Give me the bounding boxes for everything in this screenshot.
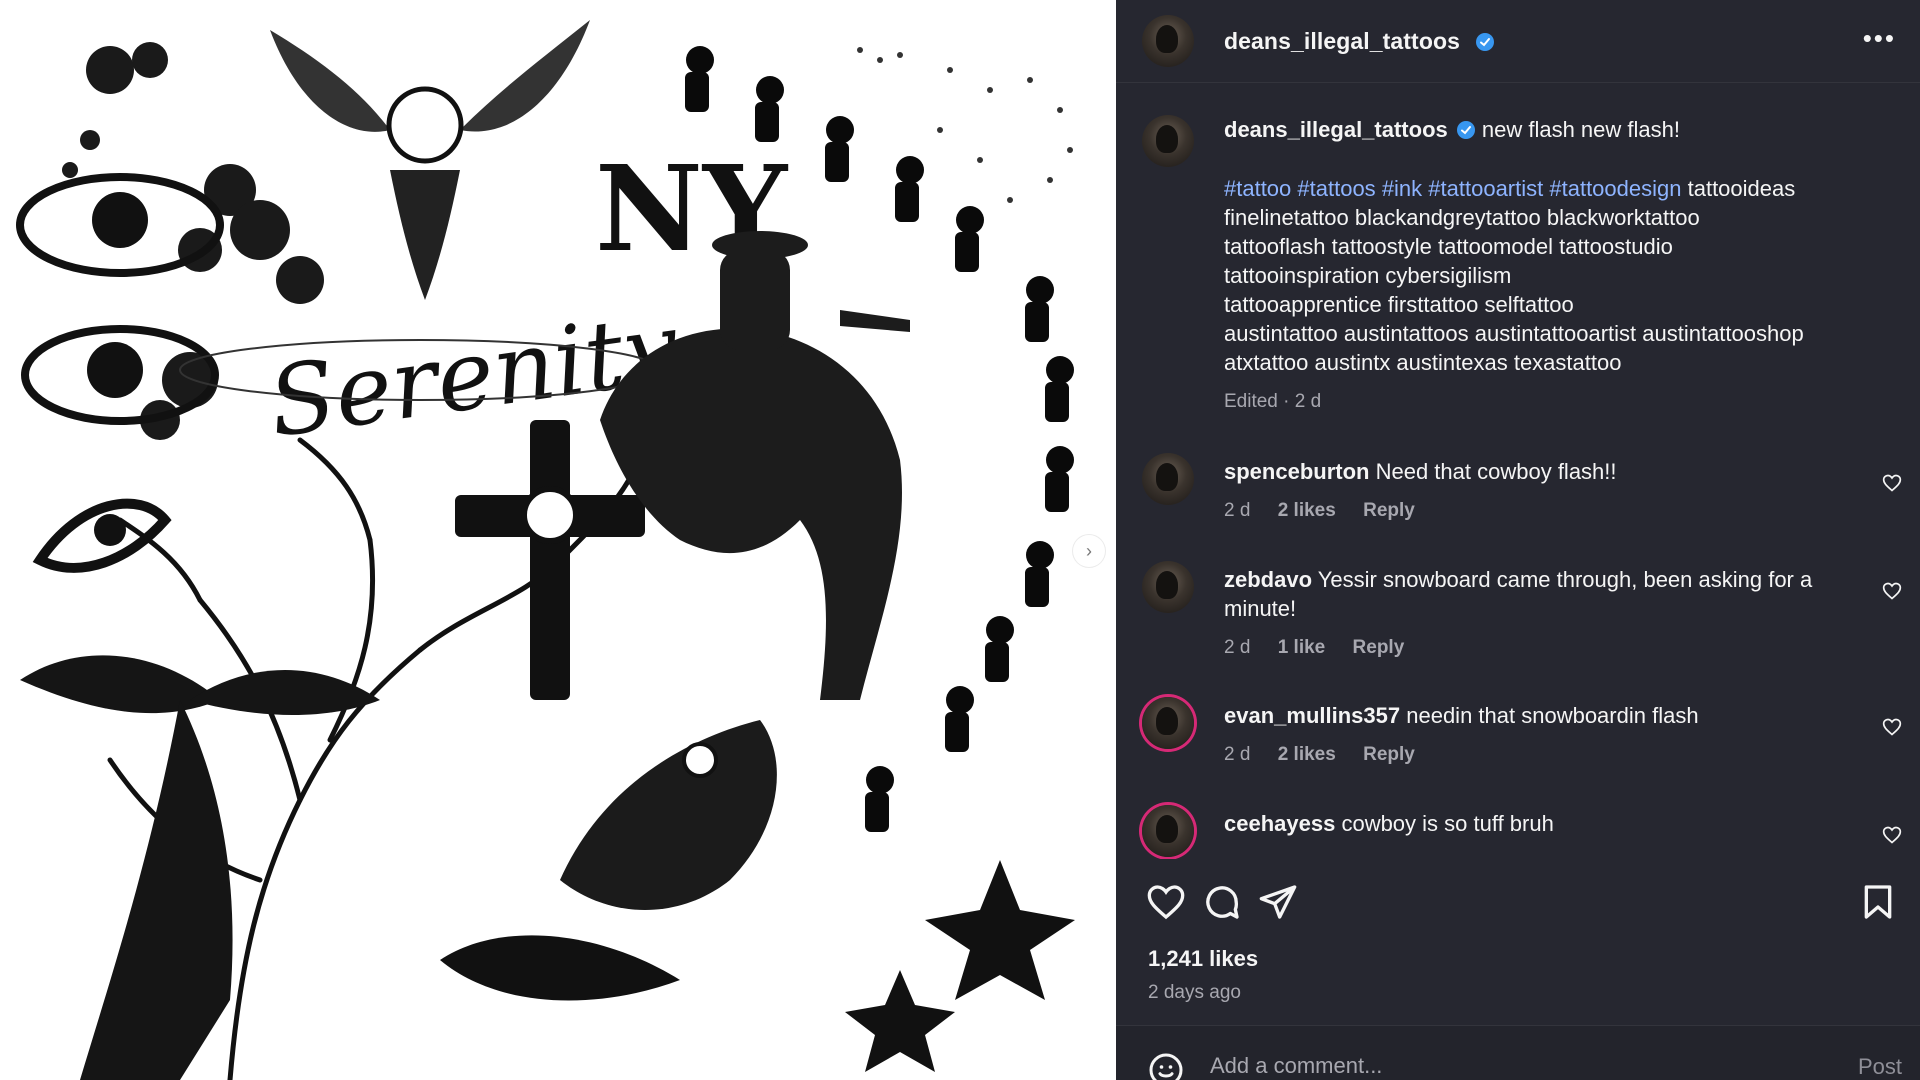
caption-tag-text: austintattoo austintattoos austintattooa… <box>1224 321 1804 346</box>
caption-username[interactable]: deans_illegal_tattoos <box>1224 117 1448 142</box>
next-slide-button[interactable]: › <box>1072 534 1106 568</box>
reply-button[interactable]: Reply <box>1353 637 1405 658</box>
send-icon[interactable] <box>1258 882 1298 922</box>
cherub-drawing <box>270 20 590 300</box>
comment-likes[interactable]: 2 likes <box>1278 500 1336 521</box>
pixel-pattern <box>857 47 1073 203</box>
caption-text: new flash new flash! <box>1481 117 1680 142</box>
post-header: deans_illegal_tattoos ••• <box>1116 0 1920 83</box>
comment-composer: Post <box>1116 1025 1920 1080</box>
comment-text: cowboy is so tuff bruh <box>1341 811 1554 836</box>
post-side-panel: deans_illegal_tattoos ••• deans_illegal_… <box>1116 0 1920 1080</box>
star-drawings <box>845 860 1075 1072</box>
caption-meta: Edited · 2 d <box>1224 391 1322 412</box>
heart-icon[interactable] <box>1146 882 1186 922</box>
comment-text: Need that cowboy flash!! <box>1375 459 1617 484</box>
fairy-drawing <box>20 655 380 1080</box>
comment-time: 2 d <box>1224 637 1251 658</box>
reply-button[interactable]: Reply <box>1363 744 1415 765</box>
commenter-avatar[interactable] <box>1142 561 1194 613</box>
author-username[interactable]: deans_illegal_tattoos <box>1224 28 1495 55</box>
post-modal: Serenity NY › deans_illegal_tattoos ••• … <box>0 0 1920 1080</box>
caption-tag-text: tattooapprentice firsttattoo selftattoo <box>1224 292 1574 317</box>
caption-tags: #tattoo #tattoos #ink #tattooartist #tat… <box>1224 174 1872 377</box>
comment-body: ceehayess cowboy is so tuff bruh <box>1224 809 1872 838</box>
heart-icon[interactable] <box>1882 473 1902 493</box>
comment-body: evan_mullins357 needin that snowboardin … <box>1224 701 1872 769</box>
emoji-icon[interactable] <box>1148 1052 1184 1080</box>
comment-input[interactable] <box>1208 1052 1772 1080</box>
caption-tag-text: tattooflash tattoostyle tattoomodel tatt… <box>1224 234 1673 259</box>
bookmark-icon[interactable] <box>1858 882 1898 922</box>
comment-time: 2 d <box>1224 500 1251 521</box>
verified-badge-icon <box>1475 32 1494 51</box>
cross-drawing <box>455 420 645 700</box>
comment-text: Yessir snowboard came through, been aski… <box>1224 567 1813 621</box>
post-comment-button[interactable]: Post <box>1858 1054 1902 1080</box>
verified-badge-icon <box>1456 121 1475 139</box>
chevron-right-icon: › <box>1086 540 1092 561</box>
commenter-username[interactable]: evan_mullins357 <box>1224 703 1400 728</box>
hashtag-link[interactable]: #tattoo <box>1224 176 1291 201</box>
caption-tag-text: atxtattoo austintx austintexas texastatt… <box>1224 350 1622 375</box>
post-timestamp: 2 days ago <box>1148 982 1241 1003</box>
commenter-avatar[interactable] <box>1142 805 1194 857</box>
comment-text: needin that snowboardin flash <box>1406 703 1699 728</box>
post-media[interactable]: Serenity NY › <box>0 0 1116 1080</box>
comment-time: 2 d <box>1224 744 1251 765</box>
caption-tag-text: tattooideas <box>1687 176 1796 201</box>
hashtag-link[interactable]: #ink <box>1382 176 1422 201</box>
heart-icon[interactable] <box>1882 825 1902 845</box>
hashtag-link[interactable]: #tattoodesign <box>1549 176 1681 201</box>
koi-fish-drawing <box>440 720 777 1001</box>
comment-icon[interactable] <box>1202 882 1242 922</box>
caption-tag-text: finelinetattoo blackandgreytattoo blackw… <box>1224 205 1700 230</box>
hashtag-link[interactable]: #tattoos <box>1297 176 1375 201</box>
comment-body: spenceburton Need that cowboy flash!! 2 … <box>1224 457 1872 525</box>
comment-meta: 2 d 2 likes Reply <box>1224 496 1872 525</box>
more-horizontal-icon[interactable]: ••• <box>1863 25 1896 51</box>
action-bar <box>1116 860 1920 940</box>
caption-avatar[interactable] <box>1142 115 1194 167</box>
hashtag-link[interactable]: #tattooartist <box>1428 176 1543 201</box>
comments-list[interactable]: deans_illegal_tattoos new flash new flas… <box>1116 83 1920 859</box>
tattoo-flash-artwork: Serenity NY <box>16 20 1075 1080</box>
reply-button[interactable]: Reply <box>1363 500 1415 521</box>
caption-tag-text: tattooinspiration cybersigilism <box>1224 263 1512 288</box>
comment-body: zebdavo Yessir snowboard came through, b… <box>1224 565 1872 662</box>
likes-count[interactable]: 1,241 likes <box>1148 946 1258 972</box>
heart-icon[interactable] <box>1882 717 1902 737</box>
commenter-avatar[interactable] <box>1142 453 1194 505</box>
caption-body: deans_illegal_tattoos new flash new flas… <box>1224 115 1872 416</box>
comment-meta: 2 d 1 like Reply <box>1224 633 1872 662</box>
commenter-avatar[interactable] <box>1142 697 1194 749</box>
comment-meta: 2 d 2 likes Reply <box>1224 740 1872 769</box>
author-avatar[interactable] <box>1142 15 1194 67</box>
comment-likes[interactable]: 1 like <box>1278 637 1326 658</box>
heart-icon[interactable] <box>1882 581 1902 601</box>
commenter-username[interactable]: spenceburton <box>1224 459 1369 484</box>
commenter-username[interactable]: ceehayess <box>1224 811 1335 836</box>
comment-likes[interactable]: 2 likes <box>1278 744 1336 765</box>
commenter-username[interactable]: zebdavo <box>1224 567 1312 592</box>
